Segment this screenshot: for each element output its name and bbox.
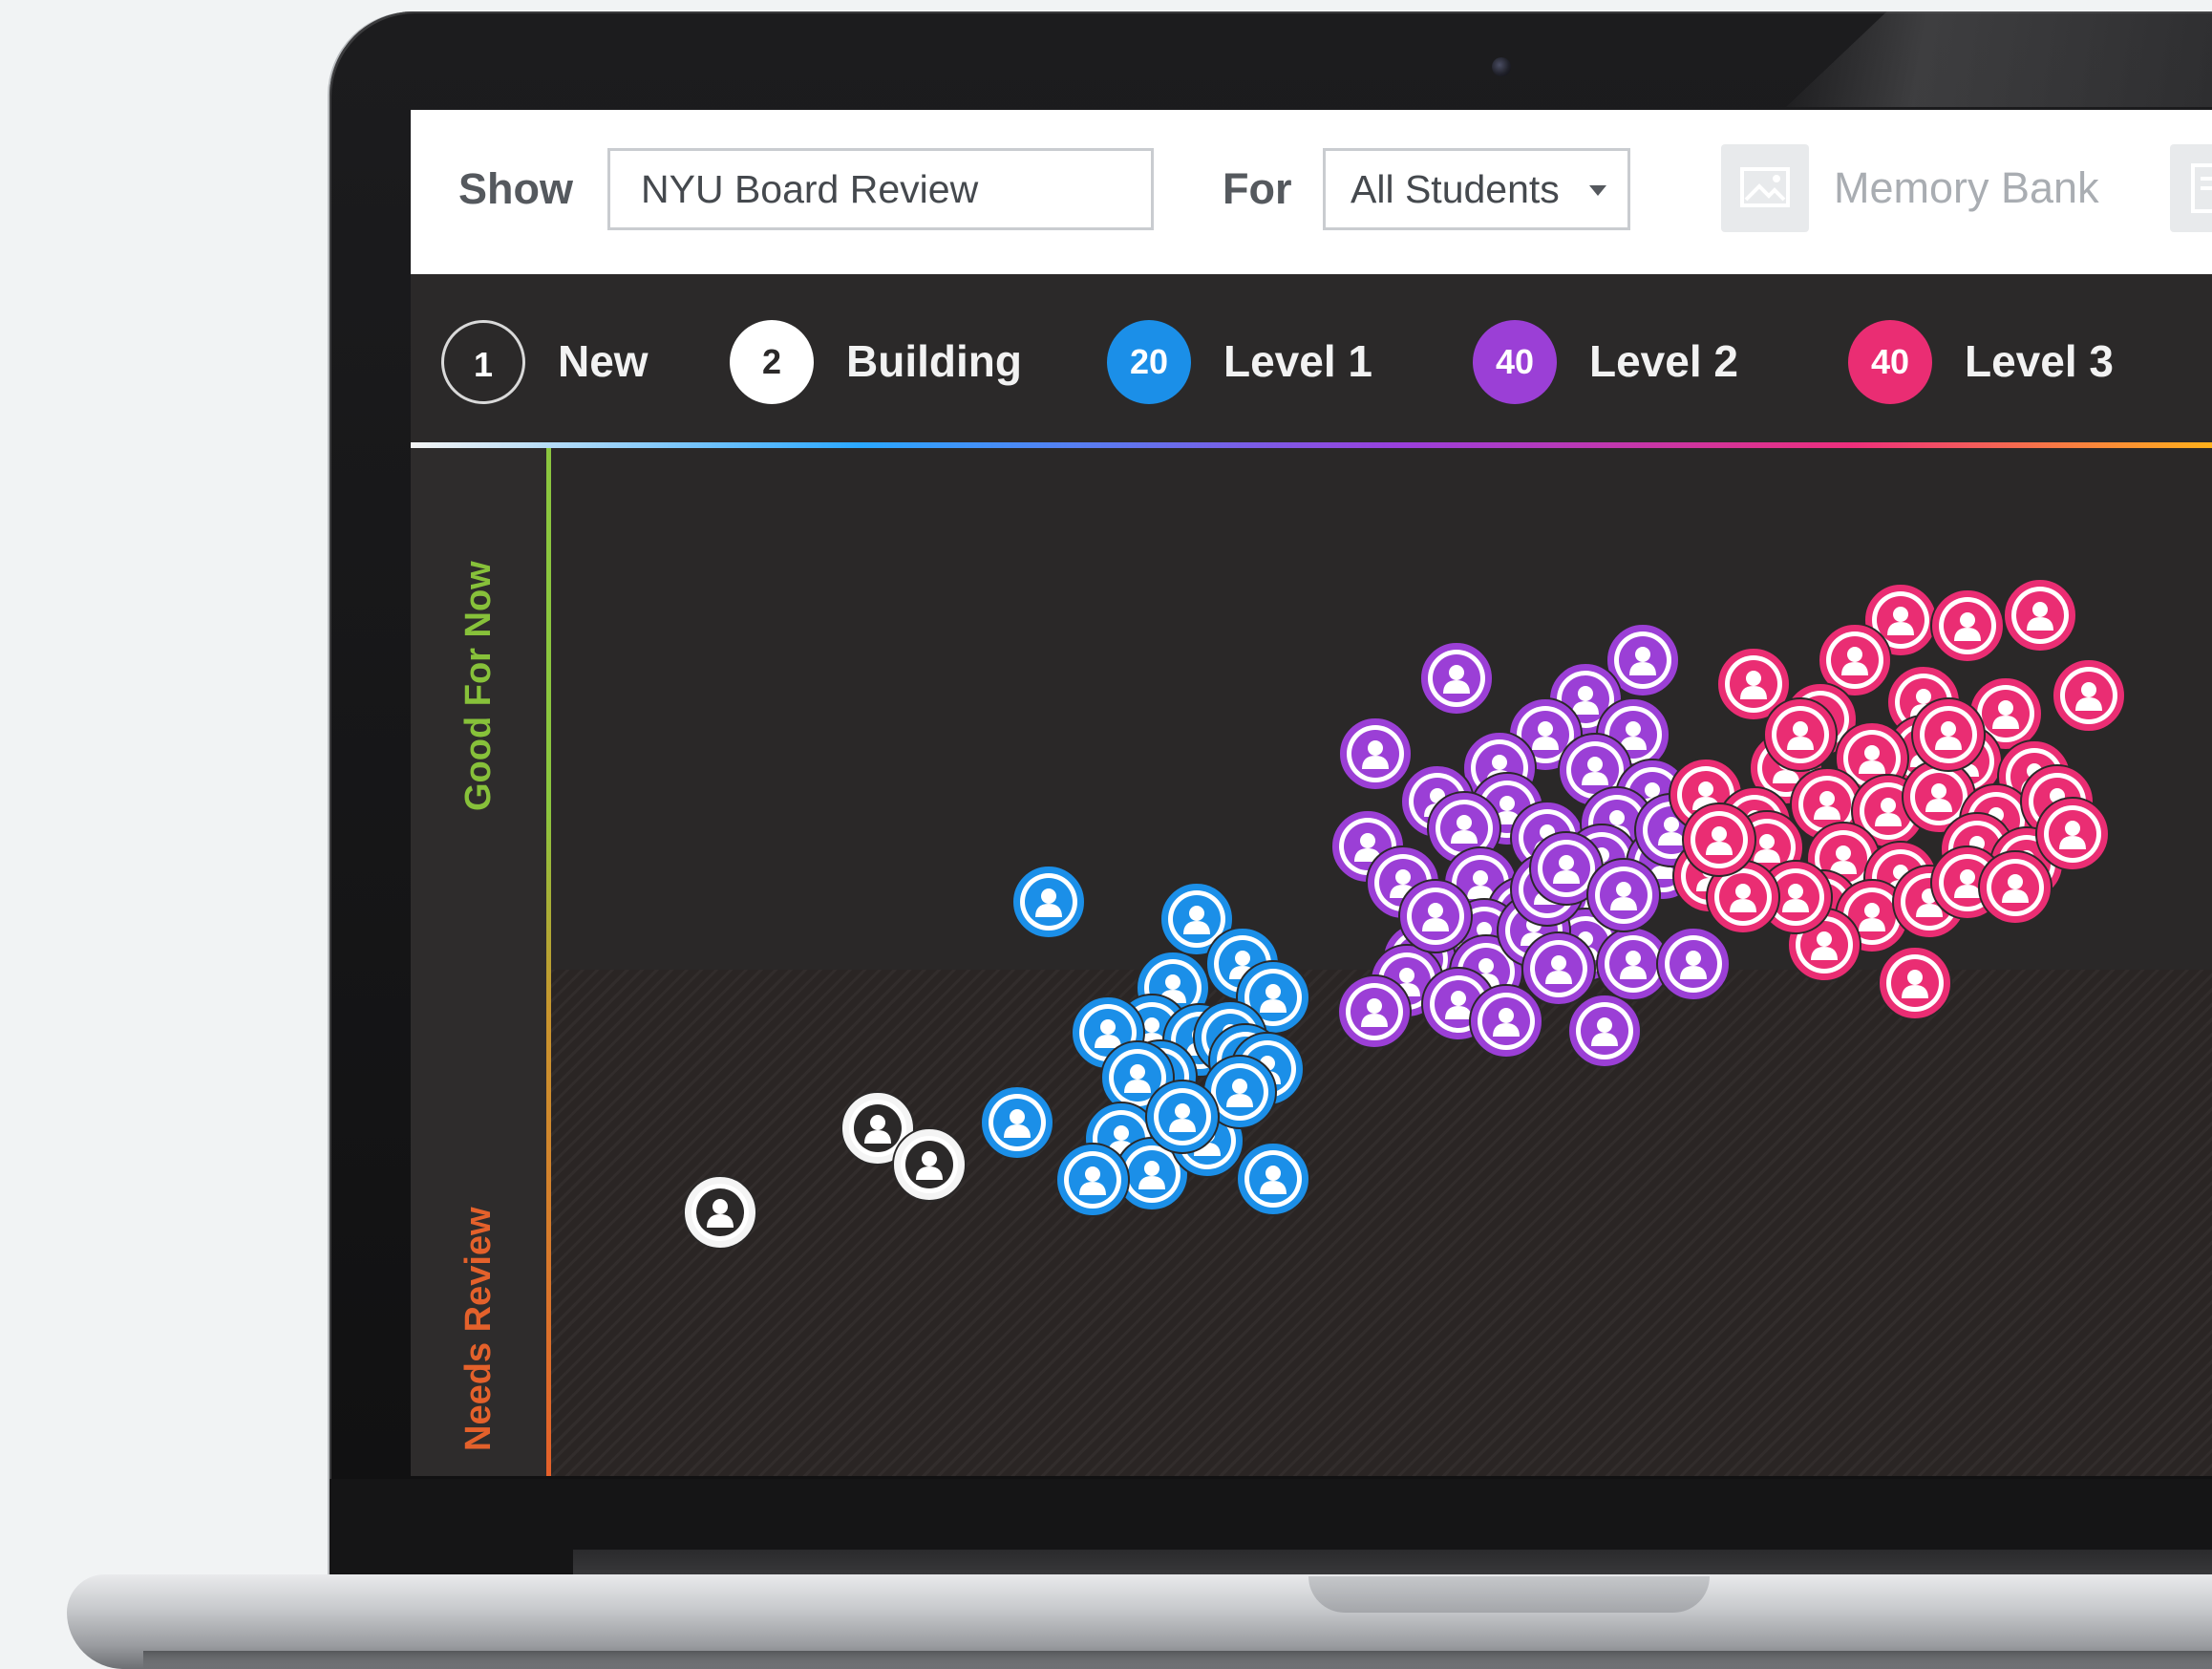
legend-label-level-3: Level 3: [1965, 336, 2114, 386]
student-avatar[interactable]: [1011, 865, 1086, 939]
student-avatar[interactable]: [1338, 717, 1413, 791]
student-plot: Good For Now Needs Review: [411, 448, 2212, 1476]
legend-label-new: New: [558, 336, 649, 386]
student-avatar[interactable]: [892, 1127, 967, 1202]
show-label: Show: [458, 164, 573, 213]
student-avatar[interactable]: [1398, 879, 1473, 953]
legend-label-level-2: Level 2: [1589, 336, 1738, 386]
student-avatar[interactable]: [1567, 994, 1642, 1068]
students-select[interactable]: All Students: [1323, 148, 1630, 230]
student-avatar[interactable]: [1911, 697, 1986, 772]
student-avatar[interactable]: [683, 1175, 757, 1250]
student-avatar[interactable]: [1656, 927, 1731, 1001]
student-avatar[interactable]: [1521, 931, 1596, 1006]
laptop-base-shadow: [143, 1651, 2212, 1669]
level-legend: 1 New 2 Building 20 Level 1 40 Level 2 4…: [411, 274, 2212, 444]
show-input[interactable]: NYU Board Review: [607, 148, 1154, 230]
legend-count-level-2: 40: [1473, 320, 1557, 404]
document-icon[interactable]: [2170, 144, 2212, 232]
chevron-down-icon: [1589, 185, 1606, 196]
student-avatar[interactable]: [1930, 588, 2005, 663]
student-avatar[interactable]: [1878, 946, 1952, 1020]
app-screen: Show NYU Board Review For All Students M…: [411, 110, 2212, 1476]
student-avatar[interactable]: [2003, 578, 2077, 653]
student-avatar[interactable]: [1682, 802, 1756, 877]
camera-icon: [1492, 57, 1511, 76]
student-avatar[interactable]: [1469, 984, 1543, 1059]
memory-bank-link[interactable]: Memory Bank: [1834, 163, 2099, 213]
legend-label-level-1: Level 1: [1223, 336, 1372, 386]
laptop-notch: [1308, 1576, 1710, 1613]
legend-label-building: Building: [846, 336, 1022, 386]
student-dots: [683, 578, 2126, 1250]
student-avatar[interactable]: [2035, 797, 2110, 871]
student-avatar[interactable]: [2052, 658, 2126, 733]
for-label: For: [1223, 164, 1292, 213]
legend-count-new: 1: [441, 320, 525, 404]
student-avatar[interactable]: [1055, 1143, 1130, 1217]
student-avatar[interactable]: [1145, 1080, 1220, 1154]
toolbar: Show NYU Board Review For All Students M…: [411, 110, 2212, 274]
legend-count-level-1: 20: [1107, 320, 1191, 404]
student-avatar[interactable]: [1337, 974, 1412, 1049]
student-avatar[interactable]: [1586, 858, 1661, 932]
student-avatar[interactable]: [1978, 850, 2052, 925]
student-avatar[interactable]: [1419, 641, 1494, 716]
student-avatar[interactable]: [1236, 1142, 1310, 1216]
student-avatar[interactable]: [980, 1085, 1054, 1160]
legend-count-level-3: 40: [1848, 320, 1932, 404]
image-icon[interactable]: [1721, 144, 1809, 232]
student-avatar[interactable]: [1763, 697, 1838, 772]
legend-count-building: 2: [730, 320, 814, 404]
students-select-value: All Students: [1351, 167, 1560, 211]
